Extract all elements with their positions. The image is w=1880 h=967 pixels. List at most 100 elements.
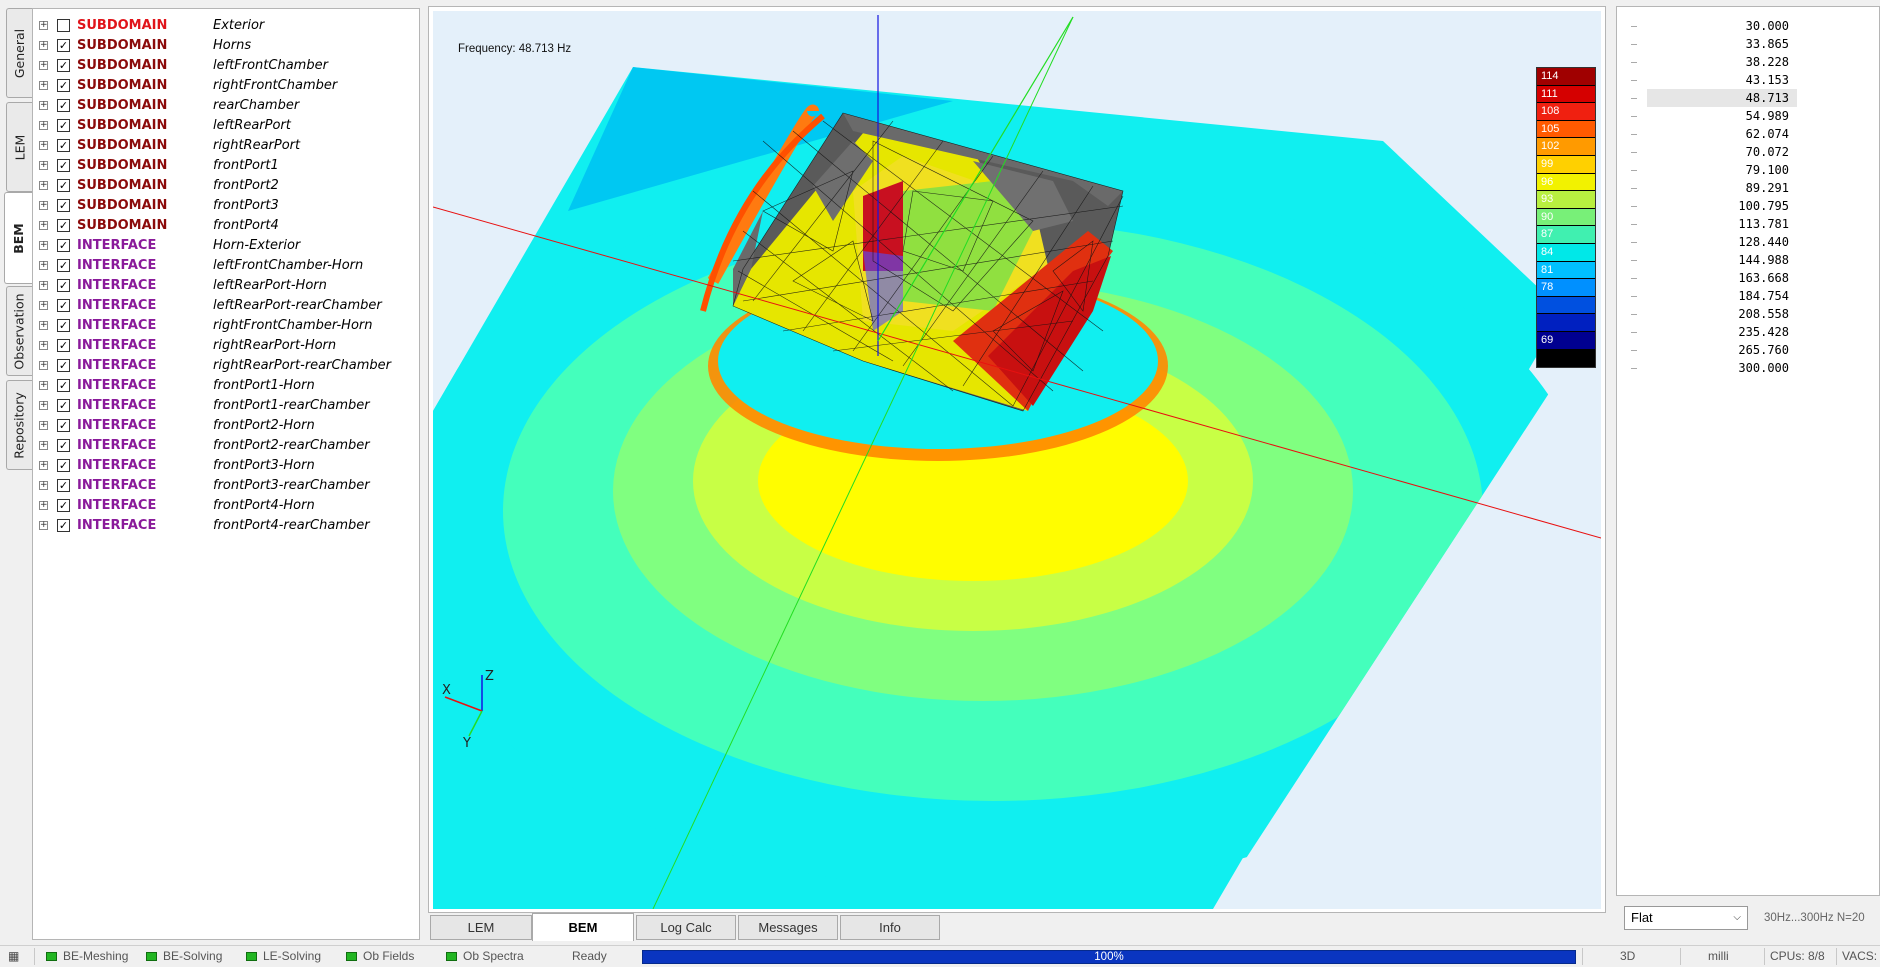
tree-row-type: INTERFACE — [77, 377, 157, 393]
frequency-item[interactable]: 235.428 — [1647, 323, 1797, 341]
expand-icon[interactable]: + — [39, 180, 48, 190]
visibility-checkbox[interactable]: ✓ — [57, 238, 70, 252]
frequency-item[interactable]: 38.228 — [1647, 53, 1797, 71]
tab-observation[interactable]: Observation — [6, 286, 32, 376]
visibility-checkbox[interactable]: ✓ — [57, 198, 70, 212]
frequency-item[interactable]: 208.558 — [1647, 305, 1797, 323]
tree-tick — [1631, 44, 1637, 45]
visibility-checkbox[interactable]: ✓ — [57, 438, 70, 452]
frequency-item[interactable]: 30.000 — [1647, 17, 1797, 35]
expand-icon[interactable]: + — [39, 40, 48, 50]
visibility-checkbox[interactable]: ✓ — [57, 258, 70, 272]
tab-bem[interactable]: BEM — [4, 192, 32, 284]
expand-icon[interactable]: + — [39, 260, 48, 270]
bottom-tab-lem[interactable]: LEM — [430, 915, 532, 940]
frequency-item[interactable]: 265.760 — [1647, 341, 1797, 359]
frequency-item[interactable]: 300.000 — [1647, 359, 1797, 377]
expand-icon[interactable]: + — [39, 420, 48, 430]
frequency-item[interactable]: 113.781 — [1647, 215, 1797, 233]
visibility-checkbox[interactable]: ✓ — [57, 278, 70, 292]
3d-viewport[interactable]: Z X Y Frequency: 48.713 Hz 114 111 108 105 1… — [433, 11, 1601, 909]
bottom-tab-messages[interactable]: Messages — [738, 915, 838, 940]
visibility-checkbox[interactable]: ✓ — [57, 378, 70, 392]
visibility-checkbox[interactable]: ✓ — [57, 338, 70, 352]
visibility-checkbox[interactable]: ✓ — [57, 218, 70, 232]
tree-tick — [1631, 188, 1637, 189]
visibility-checkbox[interactable]: ✓ — [57, 118, 70, 132]
visibility-checkbox[interactable]: ✓ — [57, 478, 70, 492]
spacing-select[interactable]: Flat ⌵ — [1624, 906, 1748, 930]
visibility-checkbox[interactable]: ✓ — [57, 98, 70, 112]
frequency-item[interactable]: 48.713 — [1647, 89, 1797, 107]
expand-icon[interactable]: + — [39, 460, 48, 470]
color-scale-segment: 90 — [1537, 208, 1595, 226]
visibility-checkbox[interactable] — [57, 18, 70, 32]
expand-icon[interactable]: + — [39, 80, 48, 90]
expand-icon[interactable]: + — [39, 320, 48, 330]
visibility-checkbox[interactable]: ✓ — [57, 178, 70, 192]
expand-icon[interactable]: + — [39, 220, 48, 230]
expand-icon[interactable]: + — [39, 480, 48, 490]
visibility-checkbox[interactable]: ✓ — [57, 158, 70, 172]
expand-icon[interactable]: + — [39, 20, 48, 30]
frequency-item[interactable]: 89.291 — [1647, 179, 1797, 197]
bottom-tab-log-calc[interactable]: Log Calc — [636, 915, 736, 940]
expand-icon[interactable]: + — [39, 100, 48, 110]
frequency-item[interactable]: 62.074 — [1647, 125, 1797, 143]
tree-row-name: frontPort3-rearChamber — [213, 477, 370, 493]
tab-general[interactable]: General — [6, 8, 32, 98]
frequency-item[interactable]: 70.072 — [1647, 143, 1797, 161]
expand-icon[interactable]: + — [39, 340, 48, 350]
expand-icon[interactable]: + — [39, 300, 48, 310]
visibility-checkbox[interactable]: ✓ — [57, 318, 70, 332]
visibility-checkbox[interactable]: ✓ — [57, 78, 70, 92]
frequency-item[interactable]: 163.668 — [1647, 269, 1797, 287]
expand-icon[interactable]: + — [39, 120, 48, 130]
visibility-checkbox[interactable]: ✓ — [57, 138, 70, 152]
bottom-tab-info[interactable]: Info — [840, 915, 940, 940]
expand-icon[interactable]: + — [39, 60, 48, 70]
tab-lem[interactable]: LEM — [6, 102, 32, 192]
expand-icon[interactable]: + — [39, 440, 48, 450]
visibility-checkbox[interactable]: ✓ — [57, 518, 70, 532]
status-le-solving-label: LE-Solving — [263, 949, 322, 963]
frequency-item[interactable]: 54.989 — [1647, 107, 1797, 125]
frequency-item[interactable]: 33.865 — [1647, 35, 1797, 53]
status-app: VACS: — [1842, 949, 1878, 963]
frequency-item[interactable]: 144.988 — [1647, 251, 1797, 269]
visibility-checkbox[interactable]: ✓ — [57, 38, 70, 52]
expand-icon[interactable]: + — [39, 140, 48, 150]
visibility-checkbox[interactable]: ✓ — [57, 418, 70, 432]
expand-icon[interactable]: + — [39, 160, 48, 170]
frequency-item[interactable]: 79.100 — [1647, 161, 1797, 179]
visibility-checkbox[interactable]: ✓ — [57, 58, 70, 72]
frequency-item[interactable]: 128.440 — [1647, 233, 1797, 251]
frequency-item[interactable]: 184.754 — [1647, 287, 1797, 305]
expand-icon[interactable]: + — [39, 240, 48, 250]
tree-row-type: SUBDOMAIN — [77, 57, 168, 73]
tab-repository[interactable]: Repository — [6, 380, 32, 470]
visibility-checkbox[interactable]: ✓ — [57, 498, 70, 512]
expand-icon[interactable]: + — [39, 400, 48, 410]
color-scale-segment — [1537, 314, 1595, 332]
frequency-item[interactable]: 43.153 — [1647, 71, 1797, 89]
expand-icon[interactable]: + — [39, 200, 48, 210]
expand-icon[interactable]: + — [39, 500, 48, 510]
expand-icon[interactable]: + — [39, 520, 48, 530]
tree-tick — [1631, 242, 1637, 243]
tree-tick — [1631, 80, 1637, 81]
visibility-checkbox[interactable]: ✓ — [57, 398, 70, 412]
tree-tick — [1631, 350, 1637, 351]
tab-lem-label: LEM — [12, 134, 27, 160]
tree-row-name: Horns — [213, 37, 252, 53]
expand-icon[interactable]: + — [39, 380, 48, 390]
frequency-item[interactable]: 100.795 — [1647, 197, 1797, 215]
tree-row-type: INTERFACE — [77, 257, 157, 273]
visibility-checkbox[interactable]: ✓ — [57, 358, 70, 372]
visibility-checkbox[interactable]: ✓ — [57, 458, 70, 472]
axis-label-y: Y — [462, 736, 471, 751]
visibility-checkbox[interactable]: ✓ — [57, 298, 70, 312]
expand-icon[interactable]: + — [39, 280, 48, 290]
expand-icon[interactable]: + — [39, 360, 48, 370]
bottom-tab-bem[interactable]: BEM — [532, 913, 634, 941]
